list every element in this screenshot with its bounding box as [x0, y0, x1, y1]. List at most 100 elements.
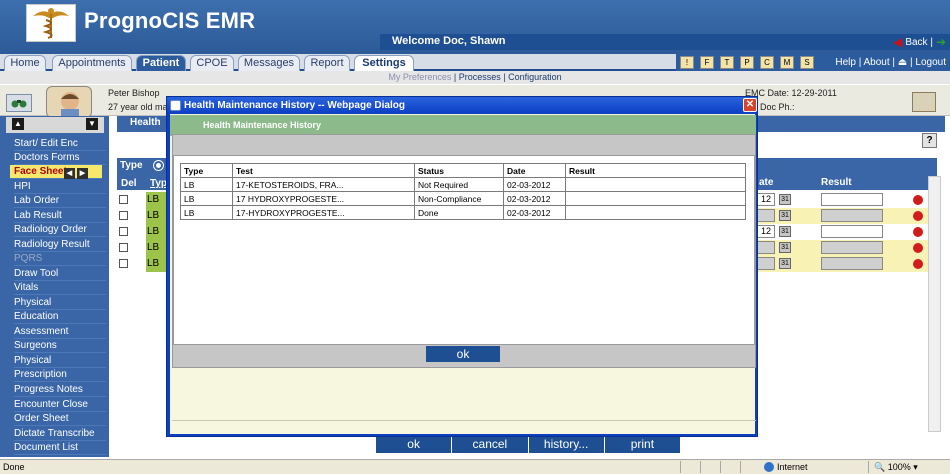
alert-icon[interactable]: !: [680, 56, 694, 69]
processes-link[interactable]: Processes: [459, 72, 501, 82]
calendar-icon[interactable]: 31: [779, 258, 791, 269]
sidebar-item-radiology-result[interactable]: Radiology Result: [14, 238, 106, 252]
delete-checkbox[interactable]: [119, 211, 128, 220]
forward-arrow-icon[interactable]: ➜: [936, 35, 946, 49]
sidebar-item-label[interactable]: Face Sheet: [14, 166, 67, 177]
zoom-level[interactable]: 🔍 100% ▾: [874, 462, 918, 473]
sidebar-item-dictate-transcribe[interactable]: Dictate Transcribe: [14, 427, 106, 441]
help-links[interactable]: Help | About | ⏏ | Logout: [835, 57, 946, 68]
people-icon[interactable]: P: [740, 56, 754, 69]
sidebar-item-encounter-close[interactable]: Encounter Close: [14, 398, 106, 412]
search-icon[interactable]: S: [800, 56, 814, 69]
sidebar-item-doctors-forms[interactable]: Doctors Forms: [14, 151, 106, 165]
back-arrow-icon[interactable]: ◀: [893, 35, 902, 49]
sidebar-item-physical-2[interactable]: Physical: [14, 354, 106, 368]
sidebar-item-face-sheet[interactable]: Face Sheet ◀ ▶: [10, 165, 102, 179]
calendar-icon[interactable]: 31: [779, 210, 791, 221]
checklist-icon[interactable]: C: [760, 56, 774, 69]
dialog-ok-button[interactable]: ok: [426, 346, 500, 362]
sidebar-item-start-edit-enc[interactable]: Start/ Edit Enc: [14, 137, 106, 151]
table-row: LB: [117, 192, 167, 208]
patient-lookup-button[interactable]: [6, 94, 32, 112]
stop-icon[interactable]: [913, 195, 923, 205]
calendar-icon[interactable]: 31: [779, 194, 791, 205]
result-field[interactable]: [821, 225, 883, 238]
tab-appointments[interactable]: Appointments: [52, 55, 132, 71]
sidebar-item-prescription[interactable]: Prescription: [14, 368, 106, 382]
result-field[interactable]: [821, 257, 883, 270]
toolbar-icons: ! F T P C M S: [680, 55, 814, 70]
ok-button[interactable]: ok: [376, 436, 453, 453]
sidebar-item-order-sheet[interactable]: Order Sheet: [14, 412, 106, 426]
delete-checkbox[interactable]: [119, 195, 128, 204]
type-label: Type: [120, 160, 143, 171]
sidebar-item-hpi[interactable]: HPI: [14, 180, 106, 194]
sidebar-item-assessment[interactable]: Assessment: [14, 325, 106, 339]
ie-icon: [170, 100, 181, 111]
tab-messages[interactable]: Messages: [238, 55, 300, 71]
patient-age: 27 year old mal: [108, 102, 170, 112]
sidebar-item-progress-notes[interactable]: Progress Notes: [14, 383, 106, 397]
history-button[interactable]: history...: [529, 436, 605, 453]
sidebar-item-vitals[interactable]: Vitals: [14, 281, 106, 295]
table-row: 12 31: [757, 224, 928, 240]
col-status: Status: [414, 163, 504, 178]
scroll-down-icon[interactable]: ▼: [86, 118, 98, 130]
grid-scrollbar[interactable]: [928, 176, 941, 432]
next-icon[interactable]: ▶: [77, 168, 88, 179]
dialog-title: Health Maintenance History -- Webpage Di…: [167, 97, 757, 114]
stop-icon[interactable]: [913, 227, 923, 237]
back-link[interactable]: ◀ Back | ➜: [893, 35, 946, 49]
test-cell: 17-HYDROXYPROGESTE...: [232, 205, 415, 220]
date-field[interactable]: 12: [757, 225, 775, 238]
date-field[interactable]: [757, 257, 775, 270]
close-icon[interactable]: ✕: [743, 98, 757, 112]
date-field[interactable]: [757, 209, 775, 222]
calendar-icon[interactable]: 31: [779, 242, 791, 253]
type-cell: LB: [146, 192, 166, 208]
stop-icon[interactable]: [913, 243, 923, 253]
result-field[interactable]: [821, 193, 883, 206]
back-label[interactable]: Back |: [905, 37, 933, 48]
fax-icon[interactable]: F: [700, 56, 714, 69]
print-button[interactable]: print: [605, 436, 680, 453]
tab-report[interactable]: Report: [304, 55, 350, 71]
sidebar-item-document-list[interactable]: Document List: [14, 441, 106, 455]
sidebar-item-radiology-order[interactable]: Radiology Order: [14, 223, 106, 237]
col-type-sort[interactable]: Typ: [150, 178, 167, 189]
my-preferences-link[interactable]: My Preferences: [388, 72, 451, 82]
stop-icon[interactable]: [913, 259, 923, 269]
sidebar-item-pqrs[interactable]: PQRS: [14, 252, 106, 266]
tab-cpoe[interactable]: CPOE: [190, 55, 234, 71]
cancel-button[interactable]: cancel: [452, 436, 529, 453]
main-header: Health: [117, 116, 167, 132]
configuration-link[interactable]: Configuration: [508, 72, 562, 82]
tab-settings[interactable]: Settings: [354, 55, 414, 71]
help-button[interactable]: ?: [922, 133, 937, 148]
sidebar-item-education[interactable]: Education: [14, 310, 106, 324]
mail-icon[interactable]: M: [780, 56, 794, 69]
table-row: LB: [117, 224, 167, 240]
sidebar-item-draw-tool[interactable]: Draw Tool: [14, 267, 106, 281]
calendar-icon[interactable]: 31: [779, 226, 791, 237]
delete-checkbox[interactable]: [119, 227, 128, 236]
sidebar-item-lab-result[interactable]: Lab Result: [14, 209, 106, 223]
delete-checkbox[interactable]: [119, 243, 128, 252]
scroll-up-icon[interactable]: ▲: [12, 118, 24, 130]
sidebar-item-physical[interactable]: Physical: [14, 296, 106, 310]
type-radio[interactable]: [154, 161, 163, 170]
date-field[interactable]: 12: [757, 193, 775, 206]
type-cell: LB: [180, 177, 233, 192]
prev-icon[interactable]: ◀: [64, 168, 75, 179]
delete-checkbox[interactable]: [119, 259, 128, 268]
result-field[interactable]: [821, 209, 883, 222]
tab-home[interactable]: Home: [4, 55, 46, 71]
sidebar-item-surgeons[interactable]: Surgeons: [14, 339, 106, 353]
result-field[interactable]: [821, 241, 883, 254]
stop-icon[interactable]: [913, 211, 923, 221]
task-icon[interactable]: T: [720, 56, 734, 69]
tab-patient[interactable]: Patient: [136, 55, 186, 71]
date-field[interactable]: [757, 241, 775, 254]
scanner-icon[interactable]: [912, 92, 936, 112]
sidebar-item-lab-order[interactable]: Lab Order: [14, 194, 106, 208]
